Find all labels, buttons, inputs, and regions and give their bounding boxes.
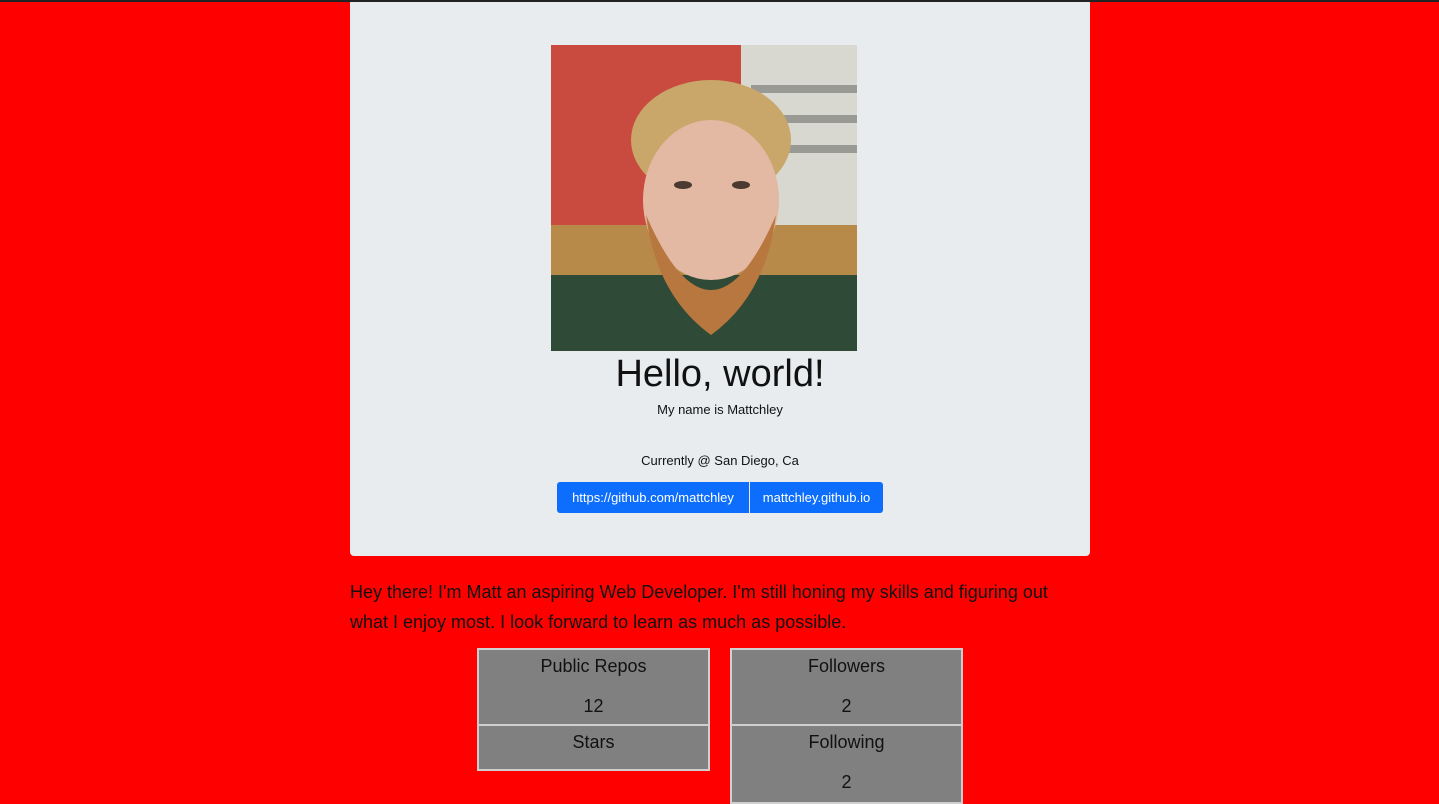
stat-value: 12 (583, 696, 604, 716)
stat-label: Public Repos (540, 656, 647, 676)
stat-followers: Followers 2 (730, 648, 963, 726)
stat-public-repos: Public Repos 12 (477, 648, 710, 726)
stat-stars: Stars (477, 724, 710, 771)
website-link-button[interactable]: mattchley.github.io (750, 482, 883, 513)
stat-label: Following (808, 732, 885, 752)
avatar-photo (551, 45, 857, 351)
intro-paragraph: Hey there! I'm Matt an aspiring Web Deve… (350, 582, 1048, 632)
name-text: My name is Mattchley (657, 402, 783, 417)
avatar (551, 45, 857, 351)
profile-card: Hello, world! My name is Mattchley Curre… (350, 2, 1090, 556)
github-link-button[interactable]: https://github.com/mattchley (557, 482, 749, 513)
location-text: Currently @ San Diego, Ca (641, 453, 799, 468)
stat-label: Followers (807, 656, 886, 676)
stat-label: Stars (572, 732, 615, 752)
stat-following: Following 2 (730, 724, 963, 804)
stat-value: 2 (841, 696, 852, 716)
page-title: Hello, world! (615, 353, 825, 395)
stat-value: 2 (841, 772, 852, 792)
